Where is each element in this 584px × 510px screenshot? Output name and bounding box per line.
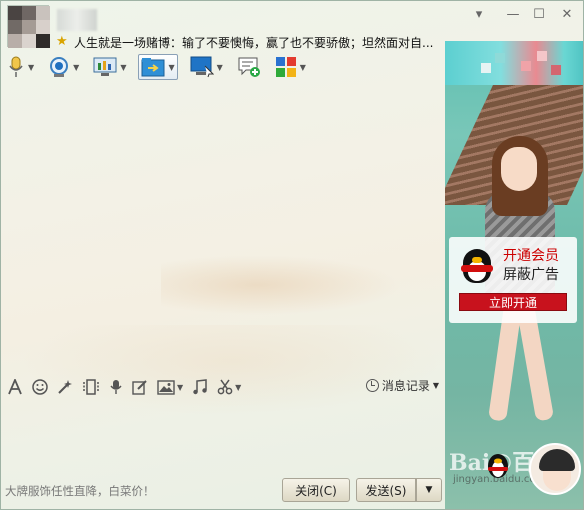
send-button[interactable]: 发送(S) [356, 478, 416, 502]
music-button[interactable] [192, 379, 208, 395]
image-button[interactable]: ▼ [157, 379, 183, 395]
file-transfer-button[interactable]: ▼ [138, 54, 178, 80]
vip-promo-card: 开通会员 屏蔽广告 立即开通 [449, 237, 577, 323]
chat-toolbar: ▼ ▼ ▼ ▼ ▼ ▼ [5, 54, 318, 80]
contact-avatar[interactable] [7, 5, 50, 48]
background-decoration [161, 255, 401, 315]
minimize-button[interactable]: — [503, 7, 523, 22]
close-button[interactable]: 关闭(C) [282, 478, 350, 502]
ad-text-link[interactable]: 大牌服饰任性直降，白菜价！ [5, 483, 155, 499]
message-history-button[interactable]: 消息记录 ▼ [365, 377, 439, 394]
music-icon [193, 379, 207, 395]
send-options-button[interactable]: ▼ [416, 478, 442, 502]
apps-icon [275, 57, 296, 77]
qq-penguin-icon[interactable] [485, 451, 511, 479]
video-call-button[interactable]: ▼ [46, 54, 81, 80]
close-window-button[interactable]: ✕ [557, 7, 577, 22]
apps-button[interactable]: ▼ [273, 54, 308, 80]
qq-penguin-icon [457, 245, 497, 289]
my-avatar[interactable] [529, 443, 581, 495]
vip-subtitle: 屏蔽广告 [503, 267, 559, 283]
vibrate-icon [83, 379, 99, 395]
vip-title: 开通会员 [503, 248, 559, 264]
chevron-down-icon: ▼ [425, 485, 433, 495]
input-toolbar: ▼ ▼ 消息记录 ▼ [7, 375, 443, 399]
message-input[interactable] [1, 400, 444, 474]
magic-button[interactable] [57, 379, 73, 395]
chat-window: ★ 人生就是一场赌博：输了不要懊悔，赢了也不要骄傲；坦然面对自... ▾ — ☐… [0, 0, 584, 510]
contact-signature: 人生就是一场赌博：输了不要懊悔，赢了也不要骄傲；坦然面对自... [74, 36, 434, 50]
activate-vip-button[interactable]: 立即开通 [459, 293, 567, 311]
menu-dropdown-icon[interactable]: ▾ [469, 7, 489, 22]
font-button[interactable] [7, 379, 23, 395]
voice-icon [110, 380, 122, 394]
group-chat-button[interactable] [235, 54, 263, 80]
screen-share-button[interactable]: ▼ [91, 54, 128, 80]
screenshot-button[interactable]: ▼ [217, 379, 241, 395]
webcam-icon [50, 57, 69, 77]
side-ad-panel: 开通会员 屏蔽广告 立即开通 Bai@百 jingyan.baidu.com [445, 41, 583, 509]
voice-call-button[interactable]: ▼ [5, 54, 36, 80]
vibrate-button[interactable] [82, 379, 100, 395]
message-history-area[interactable] [1, 85, 444, 415]
file-transfer-icon [141, 58, 165, 77]
edit-button[interactable] [132, 379, 148, 395]
clock-icon [365, 379, 379, 392]
chevron-down-icon: ▼ [432, 381, 439, 390]
screen-share-icon [93, 57, 117, 76]
magic-icon [58, 380, 72, 394]
scissors-icon [217, 379, 233, 395]
edit-icon [132, 380, 147, 395]
contact-name-blurred [57, 9, 97, 31]
microphone-icon [9, 56, 23, 77]
remote-assist-icon [190, 56, 214, 78]
emoji-icon [32, 379, 48, 395]
remote-assist-button[interactable]: ▼ [188, 54, 225, 80]
contact-show-blurred [445, 41, 583, 85]
font-icon [8, 379, 22, 395]
group-chat-icon [238, 57, 260, 77]
history-label: 消息记录 [381, 379, 430, 393]
voice-message-button[interactable] [109, 379, 123, 395]
image-icon [157, 379, 175, 395]
maximize-button[interactable]: ☐ [529, 7, 549, 22]
emoji-button[interactable] [32, 379, 48, 395]
star-icon: ★ [56, 34, 68, 49]
